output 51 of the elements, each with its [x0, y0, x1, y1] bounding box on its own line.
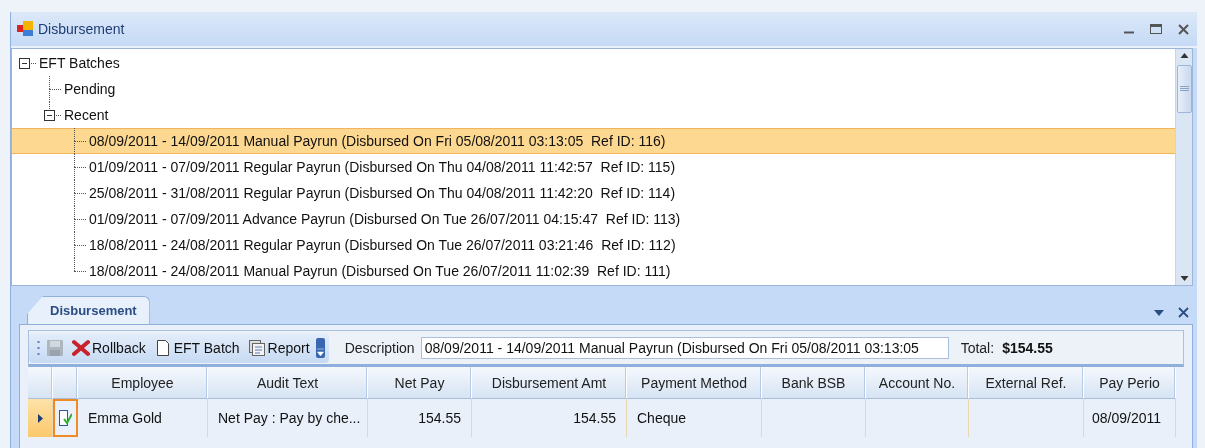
cross-icon	[72, 338, 90, 357]
table-cell: Emma Gold	[78, 399, 208, 437]
save-icon	[46, 338, 64, 357]
row-selector[interactable]	[28, 399, 53, 437]
maximize-icon[interactable]	[1150, 24, 1162, 34]
scrollbar[interactable]	[1175, 49, 1192, 285]
dropdown-icon[interactable]	[1154, 309, 1164, 316]
panel-tab[interactable]: Disbursement	[27, 296, 150, 324]
table-cell: 154.55	[472, 399, 627, 437]
tree-item[interactable]: Pending	[12, 76, 1175, 102]
table-cell: Net Pay : Pay by che...	[208, 399, 368, 437]
column-header[interactable]: Net Pay	[368, 367, 472, 399]
total-label: Total:	[960, 339, 995, 356]
description-label: Description	[344, 339, 415, 356]
tree-item[interactable]: Recent	[12, 102, 1175, 128]
column-header[interactable]: Employee	[78, 367, 208, 399]
collapse-icon[interactable]	[19, 58, 30, 69]
description-field[interactable]: 08/09/2011 - 14/09/2011 Manual Payrun (Disbursed On Fri 05/08/2011 03:13:05	[420, 336, 949, 359]
grip-icon	[1179, 86, 1189, 92]
column-header[interactable]: Payment Method	[627, 367, 762, 399]
tree-item[interactable]: 01/09/2011 - 07/09/2011 Advance Payrun (Disbursed On Tue 26/07/2011 04:15:47 Ref ID: 113)	[12, 206, 1175, 232]
table-cell: Cheque	[627, 399, 762, 437]
overflow-icon[interactable]	[315, 337, 325, 358]
table-cell: 08/09/2011	[1084, 399, 1176, 437]
window-title: Disbursement	[38, 21, 126, 37]
tree-item[interactable]: EFT Batches	[12, 50, 1175, 76]
column-header[interactable]: Account No.	[866, 367, 969, 399]
tree-item[interactable]: 01/09/2011 - 07/09/2011 Regular Payrun (Disbursed On Thu 04/08/2011 11:42:57 Ref ID: 115)	[12, 154, 1175, 180]
app-icon	[17, 21, 33, 37]
checked-document-icon	[58, 409, 72, 427]
total-value: $154.55	[1002, 339, 1053, 356]
report-icon	[247, 338, 266, 357]
tree-item[interactable]: 18/08/2011 - 24/08/2011 Manual Payrun (Disbursed On Tue 26/07/2011 11:02:39 Ref ID: 111)	[12, 258, 1175, 284]
column-header[interactable]: Disbursement Amt	[472, 367, 627, 399]
column-header[interactable]: Audit Text	[208, 367, 368, 399]
column-header[interactable]: Bank BSB	[762, 367, 866, 399]
tree-item[interactable]: 25/08/2011 - 31/08/2011 Regular Payrun (Disbursed On Thu 04/08/2011 11:42:20 Ref ID: 114)	[12, 180, 1175, 206]
tree-item[interactable]: 08/09/2011 - 14/09/2011 Manual Payrun (Disbursed On Fri 05/08/2011 03:13:05 Ref ID: 116)	[12, 128, 1175, 154]
column-header	[28, 367, 53, 399]
batch-button[interactable]: EFT Batch	[151, 335, 242, 360]
column-header[interactable]: Pay Perio	[1084, 367, 1176, 399]
current-row-icon	[37, 413, 43, 423]
tree-item[interactable]: 18/08/2011 - 24/08/2011 Regular Payrun (Disbursed On Tue 26/07/2011 03:21:46 Ref ID: 112)	[12, 232, 1175, 258]
table-cell: 154.55	[368, 399, 472, 437]
rollback-button[interactable]: Rollback	[70, 335, 148, 360]
close-icon[interactable]	[1178, 307, 1189, 318]
grip-icon[interactable]	[37, 339, 40, 356]
collapse-icon[interactable]	[44, 110, 55, 121]
report-button[interactable]: Report	[245, 335, 312, 360]
close-icon[interactable]	[1178, 23, 1189, 35]
column-header[interactable]: External Ref.	[969, 367, 1084, 399]
